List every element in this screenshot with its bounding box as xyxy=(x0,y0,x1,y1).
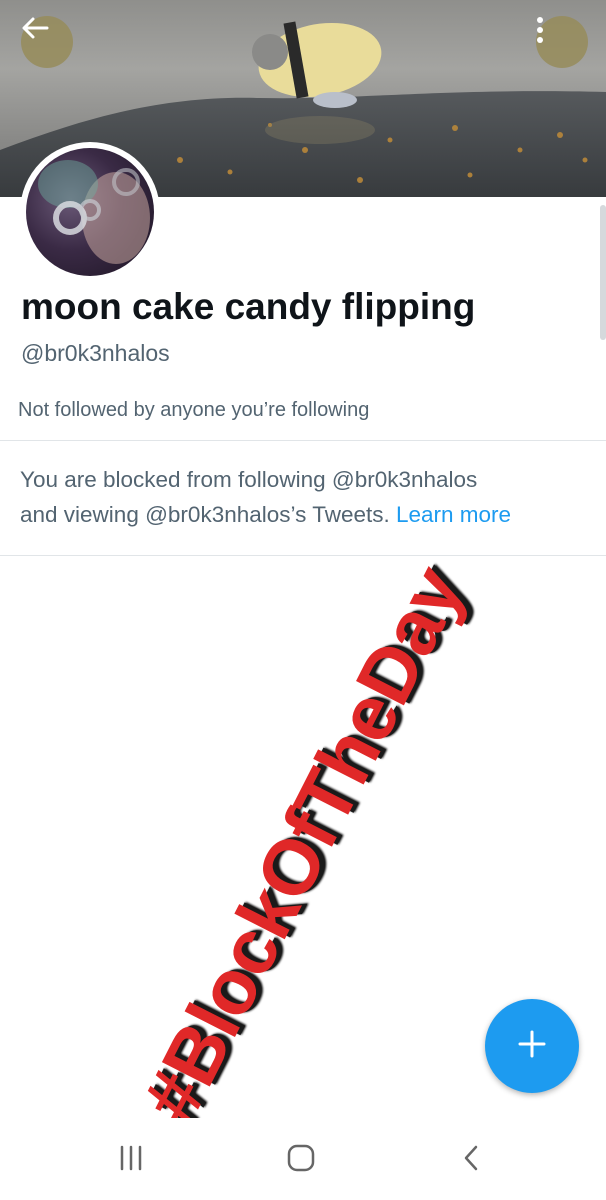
recents-button[interactable] xyxy=(106,1138,156,1182)
scrollbar[interactable] xyxy=(600,205,606,340)
blocked-notice-line-1: You are blocked from following @br0k3nha… xyxy=(20,467,478,492)
followers-you-know-note: Not followed by anyone you’re following xyxy=(18,399,370,421)
back-button[interactable] xyxy=(21,16,73,68)
avatar[interactable] xyxy=(20,142,160,282)
display-name: moon cake candy flipping xyxy=(21,286,476,327)
profile-handle: @br0k3nhalos xyxy=(21,340,170,366)
system-navigation-bar xyxy=(0,1118,606,1200)
recents-icon xyxy=(118,1145,144,1176)
more-options-button[interactable] xyxy=(536,16,588,68)
learn-more-link[interactable]: Learn more xyxy=(396,502,511,527)
avatar-photo xyxy=(26,148,154,276)
block-of-the-day-overlay: #BlockOfTheDay xyxy=(124,552,481,1137)
divider xyxy=(0,440,606,441)
blocked-notice-line-2: and viewing @br0k3nhalos’s Tweets. Learn… xyxy=(20,497,600,532)
chevron-left-icon xyxy=(461,1144,481,1177)
home-icon xyxy=(286,1143,316,1178)
blocked-notice-line-2-text: and viewing @br0k3nhalos’s Tweets. xyxy=(20,502,390,527)
compose-tweet-button[interactable] xyxy=(485,999,579,1093)
system-back-button[interactable] xyxy=(446,1138,496,1182)
divider xyxy=(0,555,606,556)
home-button[interactable] xyxy=(276,1138,326,1182)
plus-icon xyxy=(516,1028,548,1065)
blocked-notice: You are blocked from following @br0k3nha… xyxy=(20,462,600,532)
